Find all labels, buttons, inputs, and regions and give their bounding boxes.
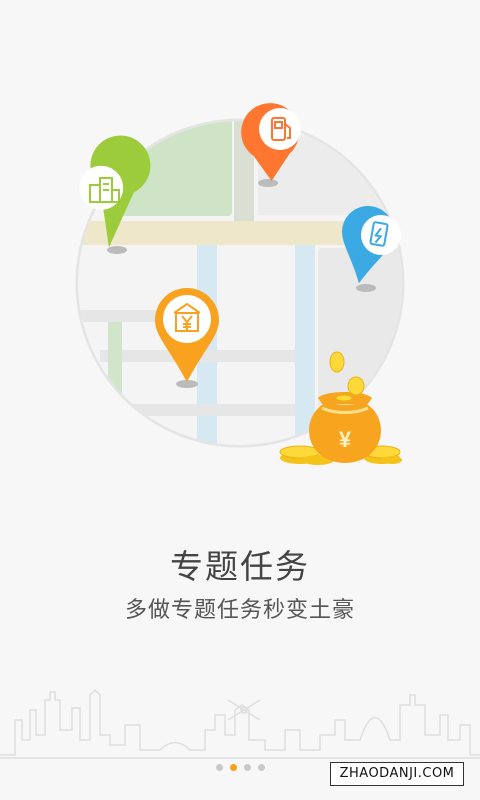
page-dot-3[interactable]	[243, 764, 251, 771]
page-subtitle: 多做专题任务秒变土豪	[124, 598, 355, 623]
page-dot-4[interactable]	[257, 764, 265, 771]
task-map-illustration: ¥	[75, 103, 405, 465]
watermark: ZHAODANJI.COM	[330, 762, 464, 786]
page-title: 专题任务	[170, 547, 310, 586]
yuan-symbol: ¥	[339, 427, 352, 452]
page-dot-1[interactable]	[215, 764, 223, 771]
page-dot-2-active[interactable]	[229, 764, 237, 771]
